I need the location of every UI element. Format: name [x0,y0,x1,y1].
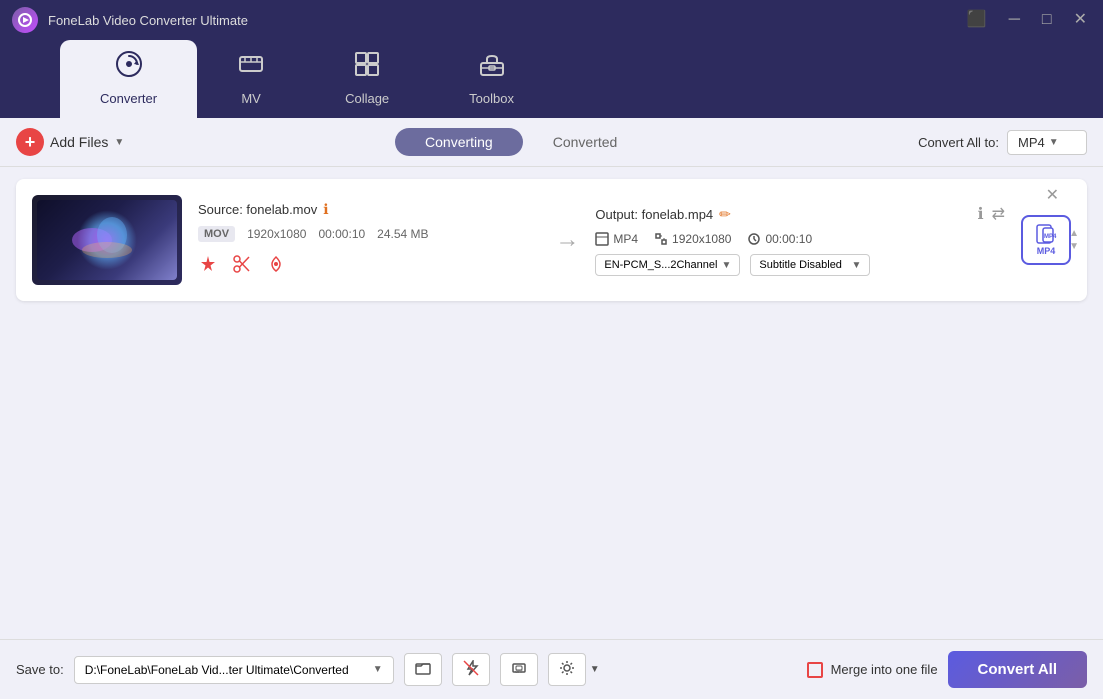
output-info-icon[interactable]: ℹ [978,204,984,224]
output-meta: MP4 1920x1080 00:00:10 [595,232,1005,246]
save-path-arrow-icon: ▼ [373,664,383,675]
tab-converted[interactable]: Converted [523,128,648,156]
file-card: Source: fonelab.mov ℹ MOV 1920x1080 00:0… [16,179,1087,301]
audio-dropdown-arrow-icon: ▼ [721,260,731,271]
file-info-left: Source: fonelab.mov ℹ MOV 1920x1080 00:0… [198,201,539,279]
settings-button[interactable] [548,653,586,686]
file-duration: 00:00:10 [318,227,365,241]
tab-mv[interactable]: MV [197,40,305,118]
add-files-label: Add Files [50,134,108,150]
save-path-value: D:\FoneLab\FoneLab Vid...ter Ultimate\Co… [85,663,349,677]
output-format-item: MP4 [595,232,638,246]
save-path-dropdown[interactable]: D:\FoneLab\FoneLab Vid...ter Ultimate\Co… [74,656,394,684]
flash-off-button[interactable] [452,653,490,686]
toolbox-icon [478,50,506,85]
card-scroll-arrows: ▲ ▼ [1069,228,1079,252]
add-files-arrow-icon: ▼ [114,137,124,148]
mv-icon [237,50,265,85]
subtitle-dropdown[interactable]: Subtitle Disabled ▼ [750,254,870,276]
card-scroll-up-button[interactable]: ▲ [1069,228,1079,239]
convert-all-button[interactable]: Convert All [948,651,1087,688]
effects-icon[interactable] [266,254,286,279]
enhance-icon[interactable] [198,254,218,279]
close-card-button[interactable]: ✕ [1046,185,1059,205]
footer: Save to: D:\FoneLab\FoneLab Vid...ter Ul… [0,639,1103,699]
minimize-button[interactable]: ─ [1005,10,1024,30]
settings-arrow-icon[interactable]: ▼ [590,664,600,675]
output-format: MP4 [613,232,638,246]
tab-mv-label: MV [241,91,261,106]
captions-button[interactable]: ⬛ [963,10,991,30]
close-button[interactable]: ✕ [1070,10,1091,30]
tab-toolbox[interactable]: Toolbox [429,40,554,118]
source-info-icon[interactable]: ℹ [323,201,328,218]
app-title: FoneLab Video Converter Ultimate [48,13,963,28]
file-thumbnail [32,195,182,285]
output-resolution-item: 1920x1080 [654,232,731,246]
format-badge-label: MP4 [1037,246,1056,256]
file-output-header: Output: fonelab.mp4 ✏ ℹ ⇄ [595,204,1005,224]
output-settings-icon[interactable]: ⇄ [992,204,1005,224]
output-dropdowns: EN-PCM_S...2Channel ▼ Subtitle Disabled … [595,254,1005,276]
output-edit-icon[interactable]: ✏ [719,206,731,223]
merge-label: Merge into one file [831,662,938,677]
toolbar: + Add Files ▼ Converting Converted Conve… [0,118,1103,167]
file-actions [198,254,539,279]
output-duration-item: 00:00:10 [747,232,812,246]
card-scroll-down-button[interactable]: ▼ [1069,241,1079,252]
main-content: Source: fonelab.mov ℹ MOV 1920x1080 00:0… [0,167,1103,639]
tab-collage-label: Collage [345,91,389,106]
add-files-button[interactable]: + Add Files ▼ [16,128,124,156]
tab-converting[interactable]: Converting [395,128,523,156]
merge-checkbox[interactable] [807,662,823,678]
save-to-label: Save to: [16,662,64,677]
nav-tabs: Converter MV Collage [0,40,1103,118]
tab-toolbox-label: Toolbox [469,91,514,106]
title-bar: FoneLab Video Converter Ultimate ⬛ ─ □ ✕ [0,0,1103,40]
window-controls: ⬛ ─ □ ✕ [963,10,1091,30]
converter-icon [115,50,143,85]
source-label: Source: fonelab.mov [198,202,317,217]
merge-check: Merge into one file [807,662,938,678]
cut-icon[interactable] [232,254,252,279]
format-dropdown[interactable]: MP4 ▼ [1007,130,1087,155]
tab-converter-label: Converter [100,91,157,106]
output-resolution: 1920x1080 [672,232,731,246]
output-duration: 00:00:10 [765,232,812,246]
app-logo [12,7,38,33]
tab-converter[interactable]: Converter [60,40,197,118]
audio-track-dropdown[interactable]: EN-PCM_S...2Channel ▼ [595,254,740,276]
output-icons: ℹ ⇄ [978,204,1005,224]
file-format-badge: MOV [198,226,235,242]
svg-text:OFF: OFF [515,669,524,674]
convert-all-to-section: Convert All to: MP4 ▼ [918,130,1087,155]
audio-track-value: EN-PCM_S...2Channel [604,259,717,271]
hardware-acceleration-button[interactable]: OFF [500,653,538,686]
subtitle-value: Subtitle Disabled [759,259,842,271]
browse-folder-button[interactable] [404,653,442,686]
file-size: 24.54 MB [377,227,428,241]
format-value: MP4 [1018,135,1045,150]
subtitle-dropdown-arrow-icon: ▼ [851,260,861,271]
svg-text:MP4: MP4 [1044,234,1057,240]
maximize-button[interactable]: □ [1038,10,1056,30]
arrow-divider: → [555,226,579,254]
file-source: Source: fonelab.mov ℹ [198,201,539,218]
add-files-plus-icon: + [16,128,44,156]
file-resolution: 1920x1080 [247,227,306,241]
file-meta: MOV 1920x1080 00:00:10 24.54 MB [198,226,539,242]
output-label: Output: fonelab.mp4 [595,207,713,222]
toolbar-tabs: Converting Converted [136,128,906,156]
thumbnail-image [37,200,177,280]
file-output: Output: fonelab.mp4 ✏ ℹ ⇄ MP4 1920x1080 [595,204,1005,276]
tab-collage[interactable]: Collage [305,40,429,118]
convert-all-to-label: Convert All to: [918,135,999,150]
collage-icon [353,50,381,85]
format-dropdown-arrow-icon: ▼ [1049,137,1059,148]
format-badge[interactable]: MP4 MP4 [1021,215,1071,265]
